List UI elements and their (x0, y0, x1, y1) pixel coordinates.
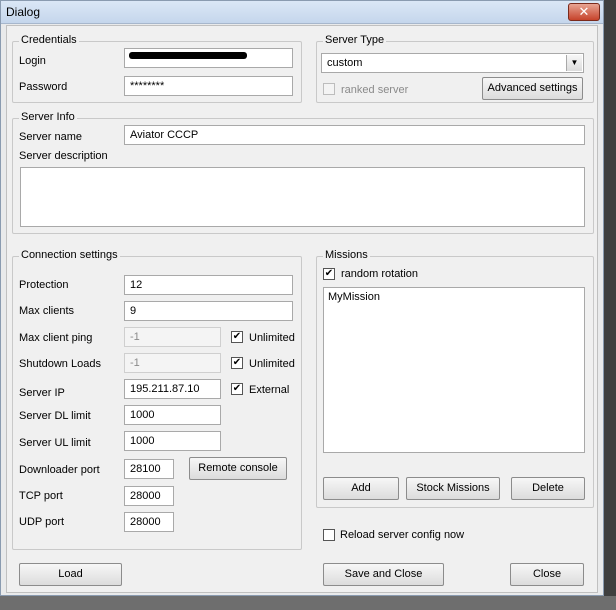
dialog-window: Dialog ✕ Credentials Login Password ****… (0, 0, 604, 596)
missions-listbox[interactable]: MyMission (323, 287, 585, 453)
window-close-button[interactable]: ✕ (568, 3, 600, 21)
shutdown-loads-label: Shutdown Loads (19, 358, 101, 370)
server-ip-input[interactable]: 195.211.87.10 (124, 379, 221, 399)
shutdown-unlimited-checkbox[interactable]: ✔ (231, 357, 243, 369)
random-rotation-label: random rotation (341, 268, 419, 280)
list-item[interactable]: MyMission (328, 291, 580, 303)
password-label: Password (19, 81, 68, 93)
server-type-legend: Server Type (323, 34, 387, 46)
server-info-legend: Server Info (19, 111, 77, 123)
title-bar[interactable]: Dialog ✕ (1, 1, 603, 24)
server-dl-limit-input[interactable]: 1000 (124, 405, 221, 425)
server-ip-label: Server IP (19, 387, 65, 399)
server-ul-limit-label: Server UL limit (19, 437, 91, 449)
random-rotation-checkbox[interactable]: ✔ (323, 268, 335, 280)
udp-port-input[interactable]: 28000 (124, 512, 174, 532)
load-button[interactable]: Load (19, 563, 122, 586)
server-dl-limit-label: Server DL limit (19, 410, 91, 422)
stock-missions-button[interactable]: Stock Missions (406, 477, 500, 500)
server-type-group: Server Type custom ▼ ranked server Advan… (316, 34, 594, 103)
server-info-group: Server Info Server name Aviator CCCP Ser… (12, 111, 594, 234)
close-button[interactable]: Close (510, 563, 584, 586)
reload-config-checkbox[interactable] (323, 529, 335, 541)
max-clients-input[interactable]: 9 (124, 301, 293, 321)
external-checkbox[interactable]: ✔ (231, 383, 243, 395)
server-ul-limit-input[interactable]: 1000 (124, 431, 221, 451)
missions-legend: Missions (323, 249, 370, 261)
shutdown-loads-input[interactable]: -1 (124, 353, 221, 373)
connection-settings-group: Connection settings Protection 12 Max cl… (12, 249, 302, 550)
add-mission-button[interactable]: Add (323, 477, 399, 500)
external-label: External (249, 384, 290, 396)
server-type-select[interactable]: custom ▼ (321, 53, 584, 73)
connection-settings-legend: Connection settings (19, 249, 120, 261)
window-title: Dialog (6, 5, 41, 19)
udp-port-label: UDP port (19, 516, 65, 528)
shutdown-unlimited-label: Unlimited (249, 358, 295, 370)
credentials-group: Credentials Login Password ******** (12, 34, 302, 103)
protection-label: Protection (19, 279, 69, 291)
login-label: Login (19, 55, 46, 67)
server-description-textarea[interactable] (20, 167, 585, 227)
tcp-port-label: TCP port (19, 490, 63, 502)
chevron-down-icon[interactable]: ▼ (566, 55, 582, 71)
protection-input[interactable]: 12 (124, 275, 293, 295)
max-client-ping-input[interactable]: -1 (124, 327, 221, 347)
max-ping-unlimited-checkbox[interactable]: ✔ (231, 331, 243, 343)
server-name-label: Server name (19, 131, 82, 143)
background-window-strip (604, 0, 616, 610)
login-redaction-mark (129, 52, 247, 59)
max-ping-unlimited-label: Unlimited (249, 332, 295, 344)
downloader-port-input[interactable]: 28100 (124, 459, 174, 479)
max-client-ping-label: Max client ping (19, 332, 93, 344)
password-input[interactable]: ******** (124, 76, 293, 96)
close-icon: ✕ (578, 4, 590, 19)
ranked-server-label: ranked server (341, 84, 409, 96)
max-clients-label: Max clients (19, 305, 75, 317)
delete-mission-button[interactable]: Delete (511, 477, 585, 500)
server-description-label: Server description (19, 150, 108, 162)
downloader-port-label: Downloader port (19, 464, 100, 476)
tcp-port-input[interactable]: 28000 (124, 486, 174, 506)
save-and-close-button[interactable]: Save and Close (323, 563, 444, 586)
reload-config-label: Reload server config now (340, 529, 465, 541)
advanced-settings-button[interactable]: Advanced settings (482, 77, 583, 100)
server-name-input[interactable]: Aviator CCCP (124, 125, 585, 145)
missions-group: Missions ✔ random rotation MyMission Add… (316, 249, 594, 508)
credentials-legend: Credentials (19, 34, 79, 46)
background-bottom-strip (0, 596, 616, 610)
server-type-selected-value: custom (327, 57, 363, 69)
remote-console-button[interactable]: Remote console (189, 457, 287, 480)
ranked-server-checkbox[interactable] (323, 83, 335, 95)
dialog-content: Credentials Login Password ******** Serv… (6, 25, 598, 593)
